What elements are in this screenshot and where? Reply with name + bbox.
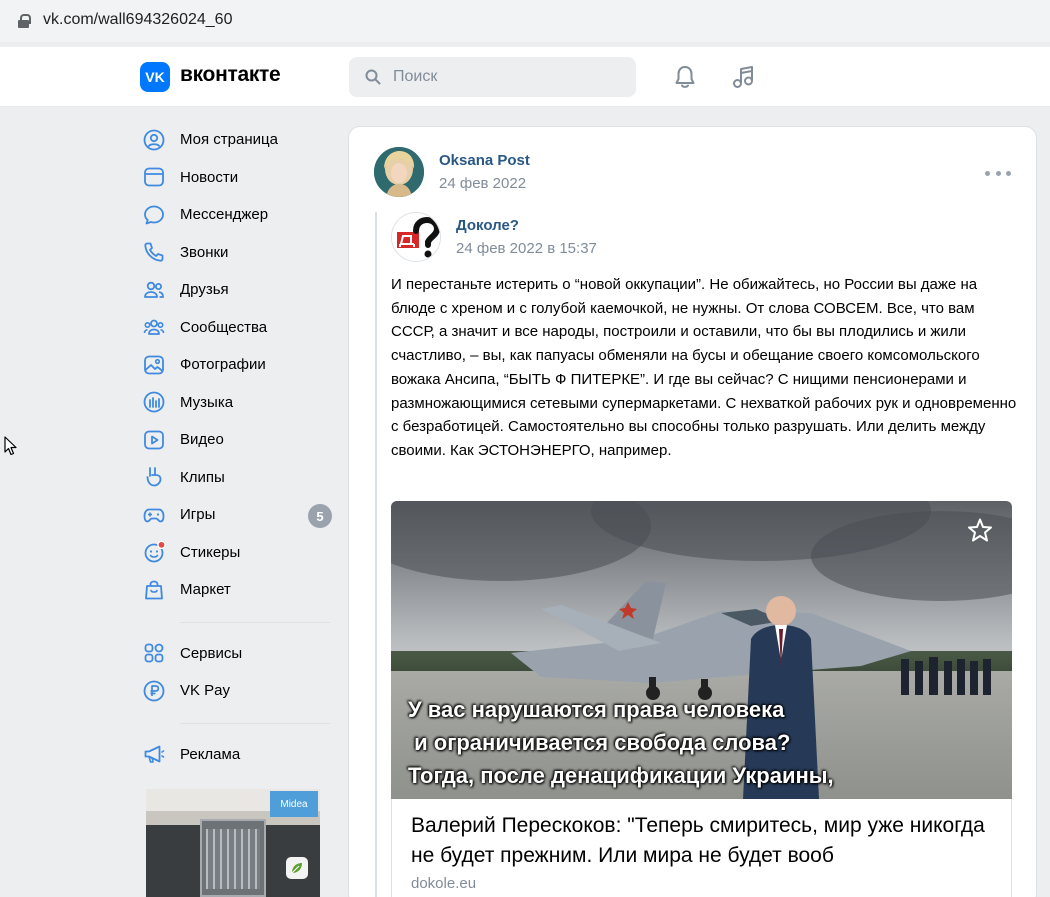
stickers-icon [144, 540, 166, 563]
news-icon [144, 167, 164, 187]
image-caption-line: и ограничивается свобода слова? [408, 730, 791, 755]
post-card: Oksana Post 24 фев 2022 Доколе? 24 фев 2… [348, 126, 1037, 897]
sidebar-item-label: Реклама [180, 745, 241, 763]
sidebar-item-services[interactable]: Сервисы [140, 635, 340, 673]
search-box[interactable] [349, 57, 636, 97]
lock-icon[interactable] [18, 14, 31, 28]
post-date[interactable]: 24 фев 2022 [439, 175, 526, 192]
sidebar-item-label: Маркет [180, 581, 231, 599]
url-text[interactable]: vk.com/wall694326024_60 [43, 11, 232, 29]
sidebar-item-label: Новости [180, 168, 239, 186]
sidebar-item-messenger[interactable]: Мессенджер [140, 196, 340, 234]
sidebar-item-label: Сообщества [180, 318, 268, 336]
search-icon [365, 69, 381, 85]
repost-date[interactable]: 24 фев 2022 в 15:37 [456, 240, 597, 257]
games-icon [143, 508, 165, 523]
repost-source-avatar[interactable] [391, 212, 441, 262]
video-icon [144, 430, 164, 450]
logo-wordmark[interactable]: вконтакте [180, 63, 281, 87]
bell-icon[interactable] [672, 64, 698, 90]
clips-icon [146, 467, 162, 487]
post-image[interactable]: У вас нарушаются права человека и ограни… [391, 501, 1012, 799]
sidebar-item-photos[interactable]: Фотографии [140, 346, 340, 384]
sidebar-item-label: Видео [180, 431, 224, 449]
sidebar-item-label: Фотографии [180, 356, 266, 374]
sidebar-item-games[interactable]: Игры 5 [140, 496, 340, 534]
communities-icon [143, 319, 165, 336]
image-caption-line: У вас нарушаются права человека [408, 697, 785, 722]
megaphone-icon [144, 745, 165, 764]
link-snippet[interactable]: Валерий Перескоков: "Теперь смиритесь, м… [391, 799, 1012, 897]
photo-icon [144, 355, 164, 375]
sidebar-item-stickers[interactable]: Стикеры [140, 534, 340, 572]
sidebar-item-vkpay[interactable]: VK Pay [140, 672, 340, 710]
sidebar-item-news[interactable]: Новости [140, 159, 340, 197]
sidebar-item-calls[interactable]: Звонки [140, 234, 340, 272]
post-author-link[interactable]: Oksana Post [439, 152, 530, 169]
ad-banner-image[interactable]: Midea [146, 789, 320, 897]
music-icon [143, 391, 165, 413]
vkpay-icon [143, 680, 165, 702]
user-circle-icon [143, 129, 165, 151]
music-note-icon[interactable] [731, 64, 757, 90]
sidebar-item-label: Стикеры [180, 543, 241, 561]
bookmark-star-icon[interactable] [967, 517, 993, 543]
address-field[interactable]: vk.com/wall694326024_60 [0, 0, 1050, 42]
ad-dish-rack [206, 829, 260, 889]
leaf-icon [286, 857, 308, 879]
top-header: VK вконтакте [0, 47, 1050, 107]
post-text: И перестаньте истерить о “новой оккупаци… [391, 276, 1017, 459]
search-input[interactable] [393, 57, 623, 97]
games-count-badge: 5 [308, 504, 332, 528]
message-icon [144, 205, 164, 225]
friends-icon [144, 281, 164, 298]
services-icon [144, 643, 164, 663]
sidebar-item-my-page[interactable]: Моя страница [140, 121, 340, 159]
mouse-cursor-icon [4, 436, 17, 456]
sidebar-item-video[interactable]: Видео [140, 421, 340, 459]
ad-brand-logo: Midea [270, 791, 318, 817]
sidebar-item-ads[interactable]: Реклама [140, 736, 340, 774]
phone-icon [144, 242, 164, 262]
sidebar-item-label: Игры [180, 506, 216, 524]
sidebar-item-friends[interactable]: Друзья [140, 271, 340, 309]
sidebar-item-market[interactable]: Маркет [140, 571, 340, 609]
sidebar-item-label: Мессенджер [180, 206, 269, 224]
sidebar-item-communities[interactable]: Сообщества [140, 309, 340, 347]
vk-logo-icon[interactable]: VK [140, 62, 170, 92]
sidebar-item-label: VK Pay [180, 682, 231, 700]
link-source[interactable]: dokole.eu [411, 875, 476, 892]
sidebar-item-music[interactable]: Музыка [140, 384, 340, 422]
sidebar-divider [180, 621, 330, 623]
author-avatar[interactable] [374, 147, 424, 197]
repost-indicator-line [375, 212, 377, 897]
sidebar-item-label: Клипы [180, 468, 225, 486]
sidebar-item-label: Сервисы [180, 644, 243, 662]
browser-address-bar: vk.com/wall694326024_60 [0, 0, 1050, 42]
image-caption-line: Тогда, после денацификации Украины, [408, 763, 834, 788]
sidebar-item-clips[interactable]: Клипы [140, 459, 340, 497]
link-title[interactable]: Валерий Перескоков: "Теперь смиритесь, м… [411, 811, 1001, 871]
left-sidebar: Моя страница Новости Мессенджер Звонки Д… [140, 121, 340, 773]
repost-author-link[interactable]: Доколе? [456, 217, 519, 234]
market-icon [145, 580, 163, 600]
sidebar-item-label: Моя страница [180, 131, 278, 149]
sidebar-divider [180, 722, 330, 724]
sidebar-item-label: Звонки [180, 243, 229, 261]
post-more-icon[interactable] [985, 163, 1011, 183]
sidebar-item-label: Музыка [180, 393, 234, 411]
sidebar-item-label: Друзья [180, 281, 229, 299]
